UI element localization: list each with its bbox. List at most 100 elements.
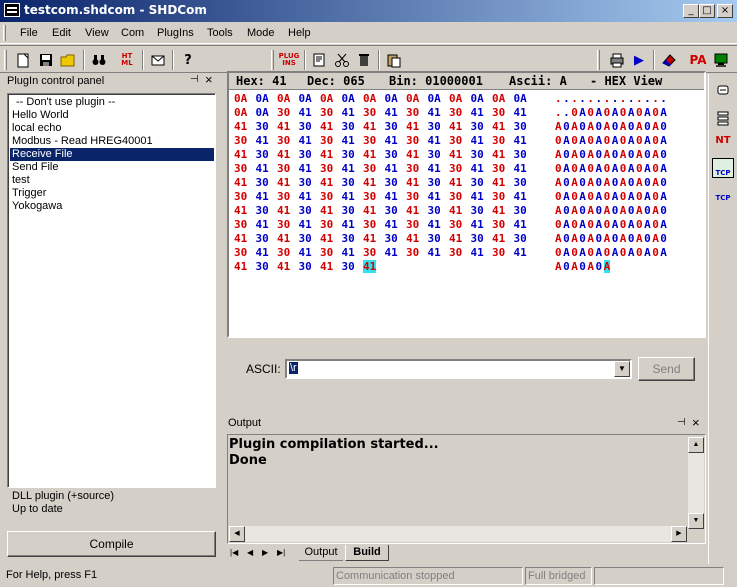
scroll-right-icon[interactable]: ▶ xyxy=(671,526,687,542)
ascii-char[interactable]: 0 xyxy=(628,204,635,217)
hex-byte[interactable]: 0A xyxy=(234,106,247,119)
ascii-char[interactable]: 0 xyxy=(555,246,562,259)
ascii-char[interactable]: A xyxy=(612,162,619,175)
ascii-char[interactable]: 0 xyxy=(652,162,659,175)
ascii-char[interactable]: A xyxy=(644,134,651,147)
ascii-char[interactable]: 0 xyxy=(612,204,619,217)
ascii-char[interactable]: A xyxy=(555,260,562,273)
ascii-char[interactable]: A xyxy=(644,190,651,203)
ascii-char[interactable]: 0 xyxy=(612,232,619,245)
ascii-char[interactable]: A xyxy=(628,190,635,203)
plugin-list[interactable]: -- Don't use plugin -- Hello World local… xyxy=(7,93,216,488)
ascii-char[interactable]: A xyxy=(660,218,667,231)
hex-byte[interactable]: 41 xyxy=(234,204,247,217)
hex-byte[interactable]: 0A xyxy=(299,92,312,105)
hex-byte[interactable]: 30 xyxy=(449,190,462,203)
hex-byte[interactable]: 30 xyxy=(449,134,462,147)
hex-byte[interactable]: 41 xyxy=(342,190,355,203)
hex-byte[interactable]: 30 xyxy=(492,162,505,175)
hex-byte[interactable]: 41 xyxy=(406,120,419,133)
hex-byte[interactable]: 41 xyxy=(234,176,247,189)
help-icon[interactable]: ? xyxy=(178,50,198,70)
ascii-char[interactable]: A xyxy=(571,148,578,161)
hex-byte[interactable]: 41 xyxy=(299,106,312,119)
hex-byte[interactable]: 41 xyxy=(406,176,419,189)
toolbar-grip[interactable] xyxy=(597,50,600,70)
html-icon[interactable]: HT ML xyxy=(117,50,137,70)
ascii-char[interactable]: 0 xyxy=(579,148,586,161)
menu-view[interactable]: View xyxy=(85,27,109,39)
ascii-char[interactable]: A xyxy=(660,190,667,203)
ascii-char[interactable]: 0 xyxy=(628,120,635,133)
hex-byte[interactable]: 41 xyxy=(428,190,441,203)
ascii-char[interactable]: A xyxy=(587,148,594,161)
serial-port-icon[interactable] xyxy=(712,80,734,100)
tab-prev-icon[interactable]: ◀ xyxy=(247,548,253,557)
ascii-char[interactable]: A xyxy=(652,148,659,161)
hex-byte[interactable]: 30 xyxy=(256,260,269,273)
hex-byte[interactable]: 41 xyxy=(514,134,527,147)
hex-byte[interactable]: 30 xyxy=(514,148,527,161)
hex-byte[interactable]: 41 xyxy=(299,190,312,203)
ascii-char[interactable]: A xyxy=(612,190,619,203)
hex-byte[interactable]: 30 xyxy=(471,120,484,133)
hex-byte[interactable]: 41 xyxy=(363,232,376,245)
ascii-char[interactable]: A xyxy=(612,246,619,259)
ascii-char[interactable]: 0 xyxy=(604,162,611,175)
ascii-char[interactable]: A xyxy=(579,106,586,119)
hex-byte[interactable]: 30 xyxy=(363,134,376,147)
ascii-char[interactable]: A xyxy=(660,134,667,147)
hex-byte[interactable]: 41 xyxy=(385,190,398,203)
ascii-char[interactable]: 0 xyxy=(596,120,603,133)
hex-byte[interactable]: 30 xyxy=(471,204,484,217)
hex-byte[interactable]: 30 xyxy=(342,260,355,273)
ascii-char[interactable]: A xyxy=(587,176,594,189)
hex-byte[interactable]: 41 xyxy=(363,176,376,189)
hex-byte[interactable]: 30 xyxy=(234,190,247,203)
hex-byte[interactable]: 41 xyxy=(256,162,269,175)
hex-byte[interactable]: 30 xyxy=(385,176,398,189)
plugin-item[interactable]: Send File xyxy=(10,161,214,174)
hex-byte[interactable]: 30 xyxy=(449,162,462,175)
hex-byte[interactable]: 41 xyxy=(514,106,527,119)
ascii-char[interactable]: 0 xyxy=(628,148,635,161)
hex-byte[interactable]: 41 xyxy=(471,246,484,259)
hex-byte[interactable]: 41 xyxy=(406,232,419,245)
ascii-char[interactable]: 0 xyxy=(628,232,635,245)
hex-byte[interactable]: 30 xyxy=(449,246,462,259)
ascii-char[interactable]: 0 xyxy=(571,218,578,231)
ascii-char[interactable]: A xyxy=(579,246,586,259)
ascii-char[interactable]: 0 xyxy=(660,232,667,245)
ascii-char[interactable]: A xyxy=(555,148,562,161)
hex-byte[interactable]: 41 xyxy=(342,162,355,175)
ascii-char[interactable]: 0 xyxy=(636,134,643,147)
binoculars-icon[interactable] xyxy=(89,50,109,70)
cut-icon[interactable] xyxy=(332,50,352,70)
ascii-char[interactable]: A xyxy=(604,148,611,161)
hex-byte[interactable]: 0A xyxy=(320,92,333,105)
plugin-item[interactable]: local echo xyxy=(10,122,214,135)
ascii-char[interactable]: A xyxy=(579,190,586,203)
hex-byte[interactable]: 41 xyxy=(320,232,333,245)
hex-byte[interactable]: 41 xyxy=(363,204,376,217)
hex-byte[interactable]: 30 xyxy=(256,204,269,217)
compile-button[interactable]: Compile xyxy=(7,531,216,557)
hex-byte[interactable]: 41 xyxy=(256,134,269,147)
ascii-char[interactable]: 0 xyxy=(571,246,578,259)
ascii-char[interactable]: 0 xyxy=(555,218,562,231)
ascii-char[interactable]: 0 xyxy=(652,106,659,119)
hex-byte[interactable]: 41 xyxy=(299,134,312,147)
hex-byte[interactable]: 41 xyxy=(385,106,398,119)
plugin-item[interactable]: Yokogawa xyxy=(10,200,214,213)
ascii-char[interactable]: 0 xyxy=(579,204,586,217)
ascii-char[interactable]: A xyxy=(563,134,570,147)
hex-byte[interactable]: 41 xyxy=(449,148,462,161)
ascii-char[interactable]: . xyxy=(596,92,603,105)
tab-first-icon[interactable]: |◀ xyxy=(230,548,238,557)
ascii-char[interactable]: 0 xyxy=(644,204,651,217)
ascii-char[interactable]: A xyxy=(660,162,667,175)
hex-byte[interactable]: 0A xyxy=(256,92,269,105)
ascii-char[interactable]: A xyxy=(604,176,611,189)
play-icon[interactable]: ▶ xyxy=(629,50,649,70)
hex-byte[interactable]: 41 xyxy=(299,246,312,259)
